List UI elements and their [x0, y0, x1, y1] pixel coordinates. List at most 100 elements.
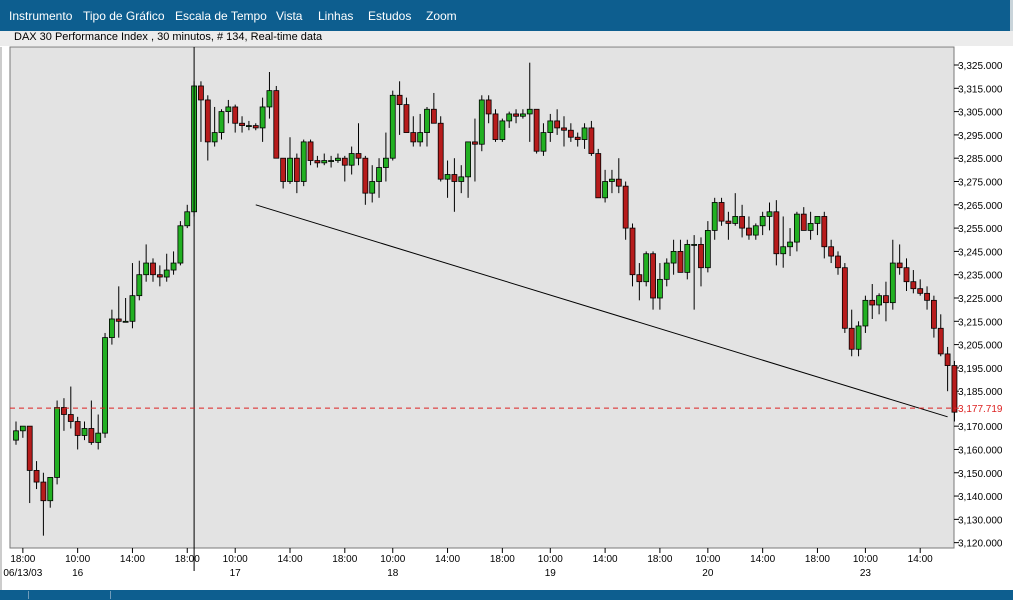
- candle-body: [225, 106, 232, 113]
- candle-body: [389, 94, 396, 159]
- candle-body: [698, 244, 704, 269]
- candle-body: [417, 132, 424, 143]
- candle-body: [170, 262, 177, 271]
- candle-body: [547, 120, 554, 133]
- candle-body: [766, 211, 773, 217]
- candle-body: [280, 157, 287, 182]
- candle-body: [533, 108, 540, 152]
- candle-body: [903, 267, 910, 283]
- y-tick-label: 3,160.000: [958, 445, 1003, 456]
- candle-body: [122, 320, 129, 323]
- candle-body: [143, 262, 150, 276]
- x-tick-label: 10:00: [538, 554, 563, 565]
- y-tick-label: 3,130.000: [958, 515, 1003, 526]
- candle-body: [102, 337, 108, 434]
- current-price-label: 3,177.719: [958, 404, 1003, 415]
- candle-body: [109, 318, 115, 339]
- candle-body: [835, 255, 841, 269]
- candle-body: [163, 269, 170, 278]
- candle-body: [643, 253, 650, 283]
- candle-body: [499, 120, 506, 140]
- candle-body: [266, 90, 273, 108]
- candle-body: [773, 211, 780, 255]
- y-tick-label: 3,120.000: [958, 539, 1003, 550]
- candle-body: [485, 99, 492, 115]
- candle-body: [26, 425, 33, 471]
- candle-body: [759, 216, 766, 227]
- candle-body: [369, 181, 376, 194]
- candle-body: [362, 157, 369, 194]
- y-tick-label: 3,255.000: [958, 224, 1003, 235]
- candle-body: [657, 278, 663, 299]
- candle-body: [81, 428, 88, 436]
- candle-body: [410, 132, 417, 143]
- candle-body: [526, 108, 533, 115]
- candle-body: [239, 122, 245, 126]
- candle-body: [54, 407, 60, 478]
- candle-body: [602, 181, 608, 199]
- candle-body: [314, 160, 321, 164]
- candle-body: [917, 288, 924, 294]
- candle-body: [115, 318, 122, 322]
- candle-body: [876, 295, 882, 306]
- candle-body: [451, 174, 458, 182]
- candle-body: [47, 477, 54, 502]
- candle-body: [650, 253, 656, 299]
- candle-body: [150, 262, 156, 276]
- y-tick-label: 3,295.000: [958, 131, 1003, 142]
- y-tick-label: 3,285.000: [958, 154, 1003, 165]
- candle-body: [567, 129, 574, 138]
- candle-body: [924, 292, 930, 301]
- y-tick-label: 3,215.000: [958, 317, 1003, 328]
- x-tick-label: 14:00: [593, 554, 618, 565]
- candle-body: [335, 157, 341, 161]
- candle-body: [684, 244, 691, 273]
- candle-body: [855, 325, 862, 350]
- candle-body: [382, 157, 389, 168]
- candle-body: [252, 125, 259, 129]
- candle-body: [800, 213, 807, 231]
- candle-body: [321, 160, 328, 164]
- candle-body: [198, 85, 204, 101]
- candle-body: [232, 106, 239, 124]
- candle-body: [794, 213, 800, 243]
- candle-body: [910, 281, 917, 290]
- candle-body: [931, 299, 937, 329]
- status-bar: [0, 590, 1013, 600]
- candle-body: [896, 262, 903, 269]
- y-tick-label: 3,185.000: [958, 387, 1003, 398]
- candle-body: [95, 432, 102, 443]
- candle-body: [444, 174, 451, 180]
- candle-body: [287, 157, 293, 182]
- y-tick-label: 3,195.000: [958, 364, 1003, 375]
- x-tick-label: 18:00: [805, 554, 830, 565]
- candle-body: [211, 132, 218, 143]
- candle-body: [465, 141, 472, 178]
- candle-body: [273, 90, 280, 159]
- candle-body: [259, 106, 266, 129]
- candle-body: [396, 94, 403, 106]
- candle-body: [245, 125, 252, 127]
- candle-body: [430, 108, 437, 124]
- candle-body: [629, 227, 636, 276]
- candle-body: [889, 262, 896, 304]
- candle-body: [478, 99, 485, 145]
- y-tick-label: 3,305.000: [958, 108, 1003, 119]
- candle-body: [88, 428, 95, 443]
- status-pane: [28, 591, 109, 599]
- candle-body: [883, 295, 889, 304]
- x-tick-label: 18:00: [175, 554, 200, 565]
- candle-body: [424, 108, 430, 133]
- candle-body: [540, 132, 547, 152]
- y-tick-label: 3,275.000: [958, 178, 1003, 189]
- candle-body: [787, 241, 793, 248]
- candle-body: [746, 227, 752, 236]
- candle-body: [13, 430, 19, 441]
- candle-body: [869, 299, 876, 306]
- candle-body: [739, 216, 745, 229]
- x-tick-label: 14:00: [277, 554, 302, 565]
- candle-body: [293, 157, 300, 182]
- candle-body: [622, 185, 629, 229]
- candlestick-chart[interactable]: 3,120.000 3,130.000 3,140.000 3,150.000 3,16…: [0, 0, 1013, 590]
- candle-body: [937, 327, 944, 355]
